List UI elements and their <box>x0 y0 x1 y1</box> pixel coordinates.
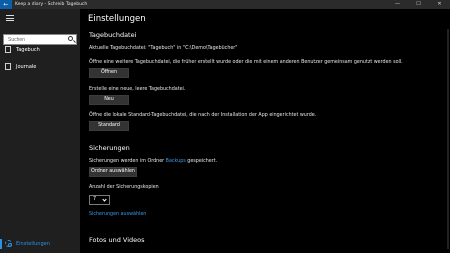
backups-folder-link[interactable]: Backups <box>166 159 186 164</box>
open-diary-description: Öffne eine weitere Tagebuchdatei, die fr… <box>89 60 403 65</box>
maximize-button[interactable]: ☐ <box>408 0 429 9</box>
page-title: Einstellungen <box>88 14 146 24</box>
sidebar-item-label: Tagebuch <box>16 47 40 53</box>
sidebar-item-label: Journale <box>16 64 37 70</box>
sidebar-item-journale[interactable]: Journale <box>0 60 80 74</box>
sidebar-item-settings[interactable]: Einstellungen <box>0 237 80 251</box>
minimize-button[interactable]: — <box>387 0 408 9</box>
section-heading-diary: Tagebuchdatei <box>89 31 137 39</box>
new-diary-description: Erstelle eine neue, leere Tagebuchdatei. <box>89 87 186 92</box>
backup-location-prefix: Sicherungen werden im Ordner <box>89 159 166 164</box>
close-button[interactable]: ✕ <box>429 0 450 9</box>
title-bar: ← Keep a diary - Schreib Tagebuch — ☐ ✕ <box>0 0 450 9</box>
backup-count-value: 7 <box>93 197 97 202</box>
standard-diary-description: Öffne die lokale Standard-Tagebuchdatei,… <box>89 113 317 118</box>
current-diary-text: Aktuelle Tagebuchdatei: "Tagebuch" in "C… <box>89 46 238 51</box>
backup-count-select[interactable]: 7 <box>89 195 110 205</box>
hamburger-icon <box>6 15 14 21</box>
book-icon <box>5 46 11 53</box>
backup-location-text: Sicherungen werden im Ordner Backups ges… <box>89 159 217 164</box>
scrollbar[interactable] <box>447 29 449 249</box>
standard-button[interactable]: Standard <box>89 121 129 131</box>
backup-location-suffix: gespeichert. <box>185 159 218 164</box>
sidebar-item-label: Einstellungen <box>16 241 50 247</box>
gear-icon <box>5 240 12 247</box>
choose-folder-button[interactable]: Ordner auswählen <box>89 167 137 177</box>
back-button[interactable]: ← <box>0 0 12 9</box>
backup-count-label: Anzahl der Sicherungskopien <box>89 185 159 190</box>
sidebar: Tagebuch Journale Einstellungen <box>0 9 80 253</box>
select-backups-link[interactable]: Sicherungen auswählen <box>89 212 146 217</box>
window-controls: — ☐ ✕ <box>387 0 450 9</box>
journal-icon <box>5 63 11 70</box>
chevron-down-icon <box>102 197 107 202</box>
search-icon[interactable] <box>68 36 73 41</box>
new-button[interactable]: Neu <box>89 95 129 105</box>
hamburger-button[interactable] <box>0 9 80 28</box>
back-arrow-icon: ← <box>3 1 9 8</box>
section-heading-backups: Sicherungen <box>89 144 130 152</box>
window-title: Keep a diary - Schreib Tagebuch <box>15 2 88 7</box>
section-heading-photos: Fotos und Videos <box>89 236 145 244</box>
sidebar-item-tagebuch[interactable]: Tagebuch <box>0 43 80 57</box>
open-button[interactable]: Öffnen <box>89 68 129 78</box>
settings-page: Einstellungen Tagebuchdatei Aktuelle Tag… <box>80 9 450 253</box>
